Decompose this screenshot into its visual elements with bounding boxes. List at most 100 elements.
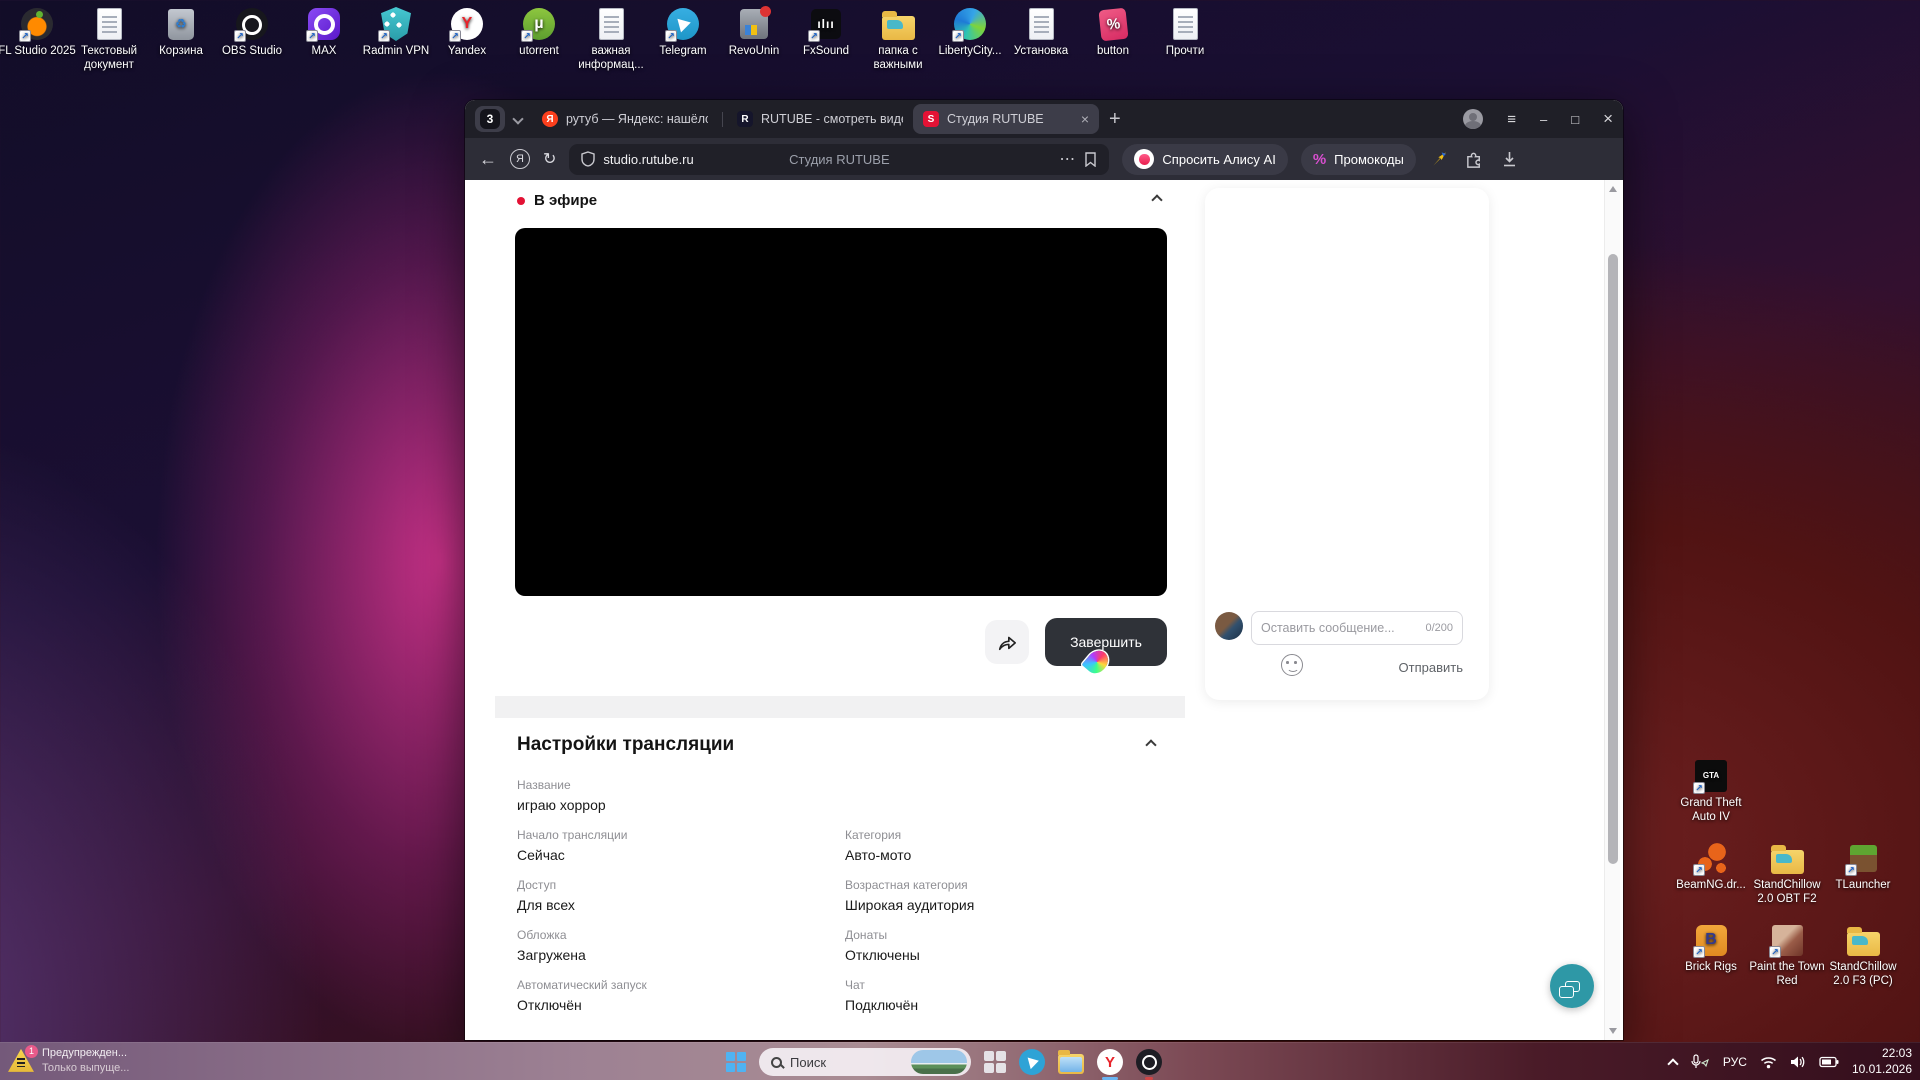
desktop-icon-important-folder[interactable]: папка с важными — [859, 6, 937, 73]
desktop-icon-radmin[interactable]: ↗ Radmin VPN — [357, 6, 435, 59]
alice-label: Спросить Алису AI — [1162, 152, 1275, 167]
chat-message-field[interactable]: 0/200 — [1251, 611, 1463, 645]
folder-icon — [1847, 932, 1880, 956]
field-access: Доступ Для всех — [517, 878, 845, 913]
desktop-icon-text-document[interactable]: Текстовый документ — [70, 6, 148, 73]
live-video-preview[interactable] — [515, 228, 1167, 596]
desktop-icon-revo[interactable]: RevoUnin — [715, 6, 793, 59]
desktop-icon-label: Telegram — [644, 45, 722, 59]
desktop-icon-fxsound[interactable]: ılıı↗ FxSound — [787, 6, 865, 59]
tab-title: RUTUBE - смотреть виде — [761, 112, 903, 126]
desktop-icon-obs[interactable]: ↗ OBS Studio — [213, 6, 291, 59]
desktop-icon-standchillow-f2[interactable]: StandChillow 2.0 OBT F2 — [1748, 840, 1826, 907]
tab-counter[interactable]: 3 — [475, 106, 505, 132]
notification-area[interactable]: 1 Предупрежден... Только выпуще... — [8, 1046, 129, 1076]
maximize-button[interactable]: □ — [1571, 112, 1579, 127]
collapse-settings-chevron-icon[interactable] — [1145, 739, 1156, 750]
volume-icon[interactable] — [1790, 1055, 1806, 1069]
warning-triangle-icon: 1 — [8, 1049, 34, 1073]
mic-location-indicator-icon[interactable] — [1690, 1054, 1710, 1070]
taskbar-telegram-icon[interactable] — [1019, 1049, 1045, 1075]
share-stream-button[interactable] — [985, 620, 1029, 664]
tray-expand-chevron-icon[interactable] — [1667, 1058, 1678, 1069]
live-section-header: В эфире — [517, 192, 597, 209]
shortcut-arrow-icon: ↗ — [449, 30, 461, 42]
percent-icon: % — [1313, 151, 1326, 168]
rutube-studio-favicon: S — [923, 111, 939, 127]
yandex-services-icon[interactable] — [1429, 148, 1451, 170]
desktop-icon-important-info[interactable]: важная информац... — [572, 6, 650, 73]
collapse-live-chevron-icon[interactable] — [1151, 194, 1162, 205]
battery-icon[interactable] — [1819, 1056, 1839, 1068]
yandex-id-icon[interactable]: Я — [510, 149, 530, 169]
menu-icon[interactable]: ≡ — [1507, 111, 1516, 128]
desktop-icon-label: FxSound — [787, 45, 865, 59]
scroll-down-icon[interactable] — [1609, 1028, 1617, 1034]
scrollbar-thumb[interactable] — [1608, 254, 1618, 864]
new-tab-button[interactable]: + — [1109, 108, 1121, 131]
back-button[interactable]: ← — [479, 149, 497, 170]
tab-bar: 3 Я рутуб — Яндекс: нашёлся R RUTUBE - с… — [465, 100, 1623, 138]
page-content: В эфире Завершить Настройки трансляции Н… — [465, 180, 1623, 1040]
tab-rutube-studio[interactable]: S Студия RUTUBE × — [913, 104, 1099, 134]
desktop-icon-max[interactable]: ↗ MAX — [285, 6, 363, 59]
desktop-icon-label: Текстовый документ — [70, 45, 148, 73]
downloads-icon[interactable] — [1499, 148, 1521, 170]
more-icon[interactable]: ⋯ — [1059, 149, 1076, 169]
wifi-icon[interactable] — [1760, 1056, 1777, 1069]
desktop-icon-gta4[interactable]: GTA↗ Grand Theft Auto IV — [1672, 758, 1750, 825]
tab-close-icon[interactable]: × — [1081, 111, 1089, 127]
taskbar: 1 Предупрежден... Только выпуще... Поиск… — [0, 1042, 1920, 1080]
taskbar-yandex-browser-icon[interactable]: Y — [1097, 1049, 1123, 1075]
desktop-icon-label: FL Studio 2025 — [0, 45, 76, 59]
desktop-icon-brick-rigs[interactable]: B↗ Brick Rigs — [1672, 922, 1750, 975]
tab-rutube[interactable]: R RUTUBE - смотреть виде — [727, 104, 913, 134]
desktop-icon-paint-town-red[interactable]: ↗ Paint the Town Red — [1748, 922, 1826, 989]
send-message-button[interactable]: Отправить — [1399, 660, 1463, 675]
desktop-icon-install[interactable]: Установка — [1002, 6, 1080, 59]
reload-button[interactable]: ↻ — [543, 149, 556, 169]
desktop-icon-beamng[interactable]: ↗ BeamNG.dr... — [1672, 840, 1750, 893]
extensions-puzzle-icon[interactable] — [1464, 148, 1486, 170]
shortcut-arrow-icon: ↗ — [1693, 782, 1705, 794]
clock[interactable]: 22:03 10.01.2026 — [1852, 1046, 1912, 1077]
recycle-bin-icon: ♻ — [168, 9, 194, 40]
profile-avatar[interactable] — [1463, 109, 1483, 129]
desktop-icon-tlauncher[interactable]: ↗ TLauncher — [1824, 840, 1902, 893]
scroll-up-icon[interactable] — [1609, 186, 1617, 192]
taskbar-explorer-icon[interactable] — [1058, 1054, 1084, 1074]
notification-badge: 1 — [25, 1045, 38, 1058]
promo-codes-button[interactable]: % Промокоды — [1301, 144, 1416, 175]
desktop-icon-telegram[interactable]: ↗ Telegram — [644, 6, 722, 59]
close-button[interactable]: × — [1603, 109, 1613, 129]
chat-message-input[interactable] — [1261, 621, 1419, 635]
field-category: Категория Авто-мото — [845, 828, 1167, 863]
desktop-icon-fl-studio[interactable]: ↗ FL Studio 2025 — [0, 6, 76, 59]
tab-yandex-search[interactable]: Я рутуб — Яндекс: нашёлся — [532, 104, 718, 134]
task-view-button[interactable] — [984, 1051, 1006, 1073]
support-chat-fab[interactable] — [1550, 964, 1594, 1008]
emoji-smiley-icon[interactable] — [1281, 654, 1303, 676]
live-dot-icon — [517, 197, 525, 205]
desktop-icon-utorrent[interactable]: µ↗ utorrent — [500, 6, 578, 59]
minimize-button[interactable]: – — [1540, 112, 1547, 127]
desktop-icon-label: BeamNG.dr... — [1672, 879, 1750, 893]
chevron-down-icon[interactable] — [512, 113, 523, 124]
field-age-category: Возрастная категория Широкая аудитория — [845, 878, 1167, 913]
desktop-icon-recycle-bin[interactable]: ♻ Корзина — [142, 6, 220, 59]
desktop-icon-yandex[interactable]: Y↗ Yandex — [428, 6, 506, 59]
desktop-icon-libertycity[interactable]: ↗ LibertyCity... — [931, 6, 1009, 59]
desktop-icon-standchillow-f3[interactable]: StandChillow 2.0 F3 (PC) — [1824, 922, 1902, 989]
alice-ai-button[interactable]: Спросить Алису AI — [1122, 144, 1287, 175]
taskbar-obs-icon[interactable] — [1136, 1049, 1162, 1075]
page-scrollbar[interactable] — [1604, 180, 1620, 1040]
taskbar-search[interactable]: Поиск — [759, 1048, 971, 1076]
address-bar[interactable]: studio.rutube.ru Студия RUTUBE ⋯ — [569, 144, 1109, 175]
language-indicator[interactable]: РУС — [1723, 1055, 1747, 1069]
bookmark-icon[interactable] — [1084, 152, 1097, 167]
desktop-icon-readme[interactable]: Прочти — [1146, 6, 1224, 59]
desktop-icon-button[interactable]: % button — [1074, 6, 1152, 59]
start-button[interactable] — [726, 1052, 746, 1072]
system-tray: РУС 22:03 10.01.2026 — [1669, 1043, 1912, 1080]
shortcut-arrow-icon: ↗ — [1693, 946, 1705, 958]
